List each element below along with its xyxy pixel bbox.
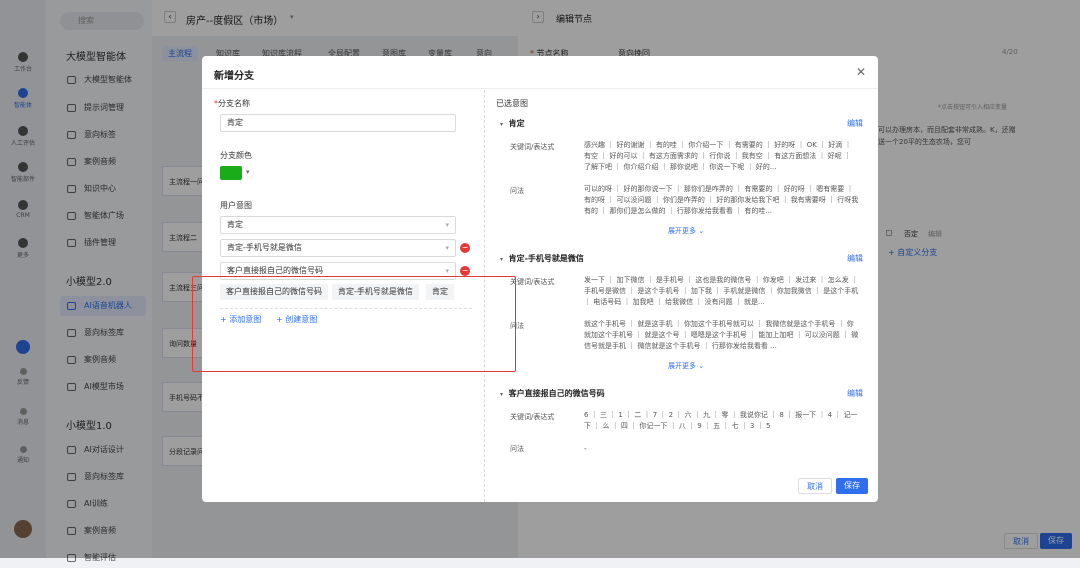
intent-group-title[interactable]: ▾ 客户直接报自己的微信号码 (500, 388, 605, 399)
remove-intent-icon[interactable]: − (460, 243, 470, 253)
remove-intent-icon[interactable]: − (460, 266, 470, 276)
intent-group-title[interactable]: ▾ 肯定 (500, 118, 525, 129)
question-list: 可以的呀 ｜ 好的那你说一下 ｜ 那你们是咋弄的 ｜ 有需要的 ｜ 好的呀 ｜ … (584, 185, 859, 215)
edit-intent-button[interactable]: 编辑 (847, 388, 863, 399)
intent-group-title[interactable]: ▾ 肯定-手机号就是微信 (500, 253, 584, 264)
keyword-list: 发一下 ｜ 加下微信 ｜ 是手机号 ｜ 这也是我的微信号 ｜ 你发吧 ｜ 发过来… (584, 276, 859, 306)
expand-more-link[interactable]: 展开更多 ⌄ (668, 361, 704, 371)
keyword-label: 关键词/表达式 (510, 413, 555, 421)
save-button[interactable]: 保存 (836, 478, 868, 494)
chevron-down-icon: ▾ (445, 244, 449, 252)
dialog-title: 新增分支 (214, 71, 254, 82)
question-label: 问法 (510, 445, 524, 453)
highlight-box (192, 276, 516, 372)
question-label: 问法 (510, 187, 524, 195)
divider (202, 88, 878, 89)
question-list: 就这个手机号 ｜ 就是这手机 ｜ 你加这个手机号就可以 ｜ 我微信就是这个手机号… (584, 320, 859, 350)
keyword-label: 关键词/表达式 (510, 278, 555, 286)
branch-color-label: 分支颜色 (220, 151, 252, 160)
color-swatch[interactable] (220, 166, 242, 180)
user-intent-label: 用户意图 (220, 201, 252, 210)
keyword-list: 6 ｜ 三 ｜ 1 ｜ 二 ｜ 7 ｜ 2 ｜ 六 ｜ 九 ｜ 零 ｜ 我说你记… (584, 411, 858, 430)
chevron-down-icon[interactable]: ▾ (246, 168, 250, 176)
chevron-down-icon: ▾ (445, 221, 449, 229)
cancel-button[interactable]: 取消 (798, 478, 832, 494)
close-icon[interactable]: ✕ (856, 65, 866, 79)
edit-intent-button[interactable]: 编辑 (847, 118, 863, 129)
branch-name-label: *分支名称 (214, 99, 250, 108)
selected-intents-title: 已选意图 (496, 99, 528, 108)
edit-intent-button[interactable]: 编辑 (847, 253, 863, 264)
question-list: - (584, 445, 587, 453)
keyword-list: 感兴趣 ｜ 好的谢谢 ｜ 有的哇 ｜ 你介绍一下 ｜ 有需要的 ｜ 好的呀 ｜ … (584, 141, 852, 171)
keyword-label: 关键词/表达式 (510, 143, 555, 151)
expand-more-link[interactable]: 展开更多 ⌄ (668, 226, 704, 236)
branch-name-input[interactable]: 肯定 (220, 114, 456, 132)
intent-select[interactable]: 肯定 ▾ (220, 216, 456, 234)
intent-select[interactable]: 肯定-手机号就是微信 ▾ (220, 239, 456, 257)
